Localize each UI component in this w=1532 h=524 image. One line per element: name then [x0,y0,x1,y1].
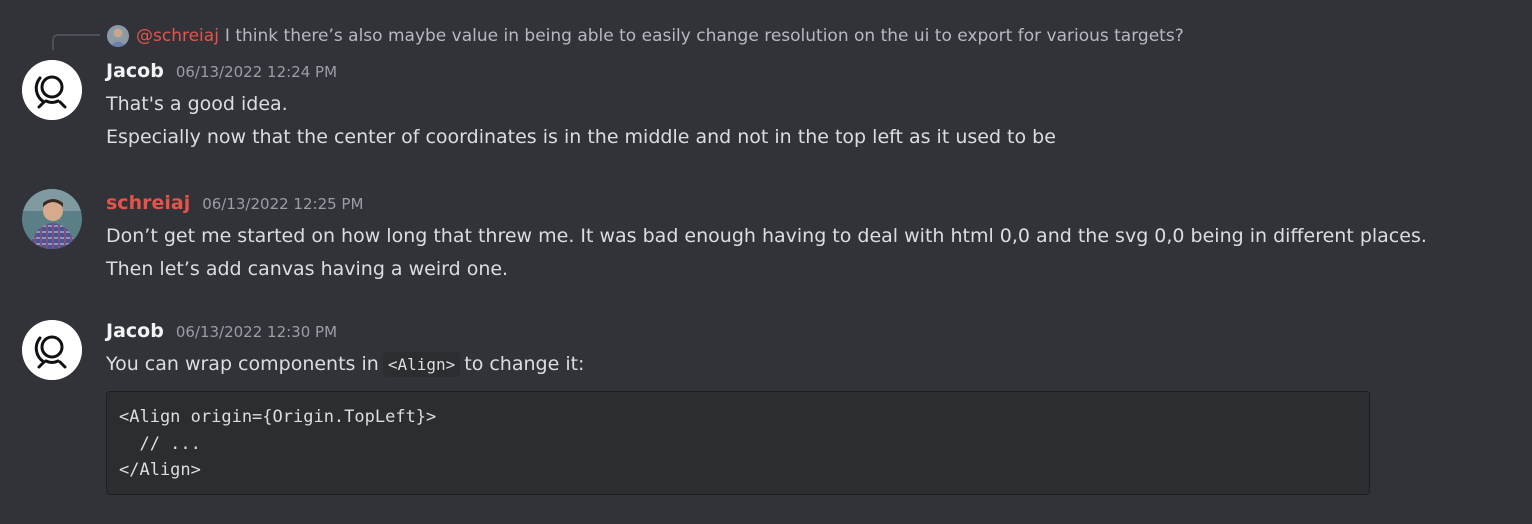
timestamp[interactable]: 06/13/2022 12:30 PM [176,323,337,341]
reply-avatar[interactable] [107,25,129,47]
reply-text[interactable]: @schreiaj I think there’s also maybe valu… [136,24,1184,48]
message-content: Jacob 06/13/2022 12:30 PM You can wrap c… [106,320,1512,381]
message-line: You can wrap components in <Align> to chan… [106,348,1512,381]
message-line: That's a good idea. [106,93,288,115]
message-text: to change it: [464,353,585,375]
reply-content: I think there’s also maybe value in bein… [224,26,1184,46]
username[interactable]: schreiaj [106,192,190,214]
reply-mention[interactable]: @schreiaj [136,26,219,46]
chat-log: @schreiaj I think there’s also maybe valu… [0,0,1532,524]
code-line: </Align> [119,460,201,480]
motion-canvas-logo-icon[interactable] [22,320,82,380]
message-line: Then let’s add canvas having a weird one… [106,258,509,280]
code-block[interactable]: <Align origin={Origin.TopLeft}> // ... <… [106,391,1370,495]
message-text: You can wrap components in [106,353,379,375]
user-photo-avatar[interactable] [22,189,82,249]
code-line: // ... [119,433,201,454]
username[interactable]: Jacob [106,60,164,82]
message-header: Jacob 06/13/2022 12:24 PM [106,60,1512,88]
message-header: schreiaj 06/13/2022 12:25 PM [106,192,1512,220]
reply-spine [52,34,100,50]
message-header: Jacob 06/13/2022 12:30 PM [106,320,1512,348]
timestamp[interactable]: 06/13/2022 12:25 PM [202,195,363,213]
inline-code: <Align> [382,352,461,377]
message-content: Jacob 06/13/2022 12:24 PM That's a good … [106,60,1512,154]
timestamp[interactable]: 06/13/2022 12:24 PM [176,63,337,81]
message-line: Don’t get me started on how long that th… [106,225,1427,247]
motion-canvas-logo-icon[interactable] [22,60,82,120]
username[interactable]: Jacob [106,320,164,342]
message-line: Especially now that the center of coordi… [106,126,1056,148]
code-line: <Align origin={Origin.TopLeft}> [119,407,437,427]
message-content: schreiaj 06/13/2022 12:25 PM Don’t get m… [106,192,1512,286]
